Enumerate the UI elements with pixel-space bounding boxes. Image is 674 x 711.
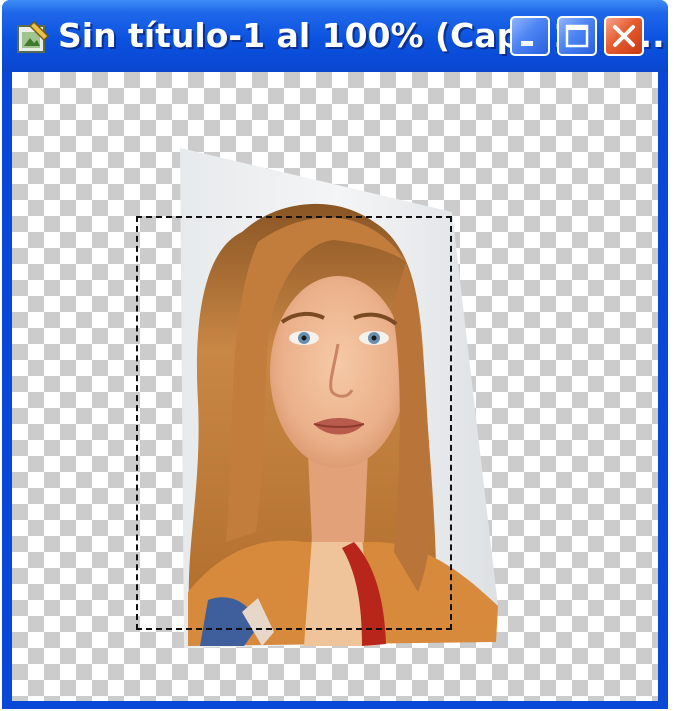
close-button[interactable] (604, 16, 644, 56)
title-bar[interactable]: Sin título-1 al 100% (Capa 2, R... (2, 0, 668, 72)
maximize-button[interactable] (557, 16, 597, 56)
maximize-icon (565, 24, 589, 48)
document-window: Sin título-1 al 100% (Capa 2, R... (2, 0, 668, 709)
canvas-area[interactable] (12, 72, 658, 701)
close-icon (613, 25, 635, 47)
minimize-icon (521, 41, 533, 46)
photoshop-document-icon[interactable] (16, 20, 50, 54)
selection-marquee[interactable] (136, 216, 452, 630)
minimize-button[interactable] (510, 16, 550, 56)
